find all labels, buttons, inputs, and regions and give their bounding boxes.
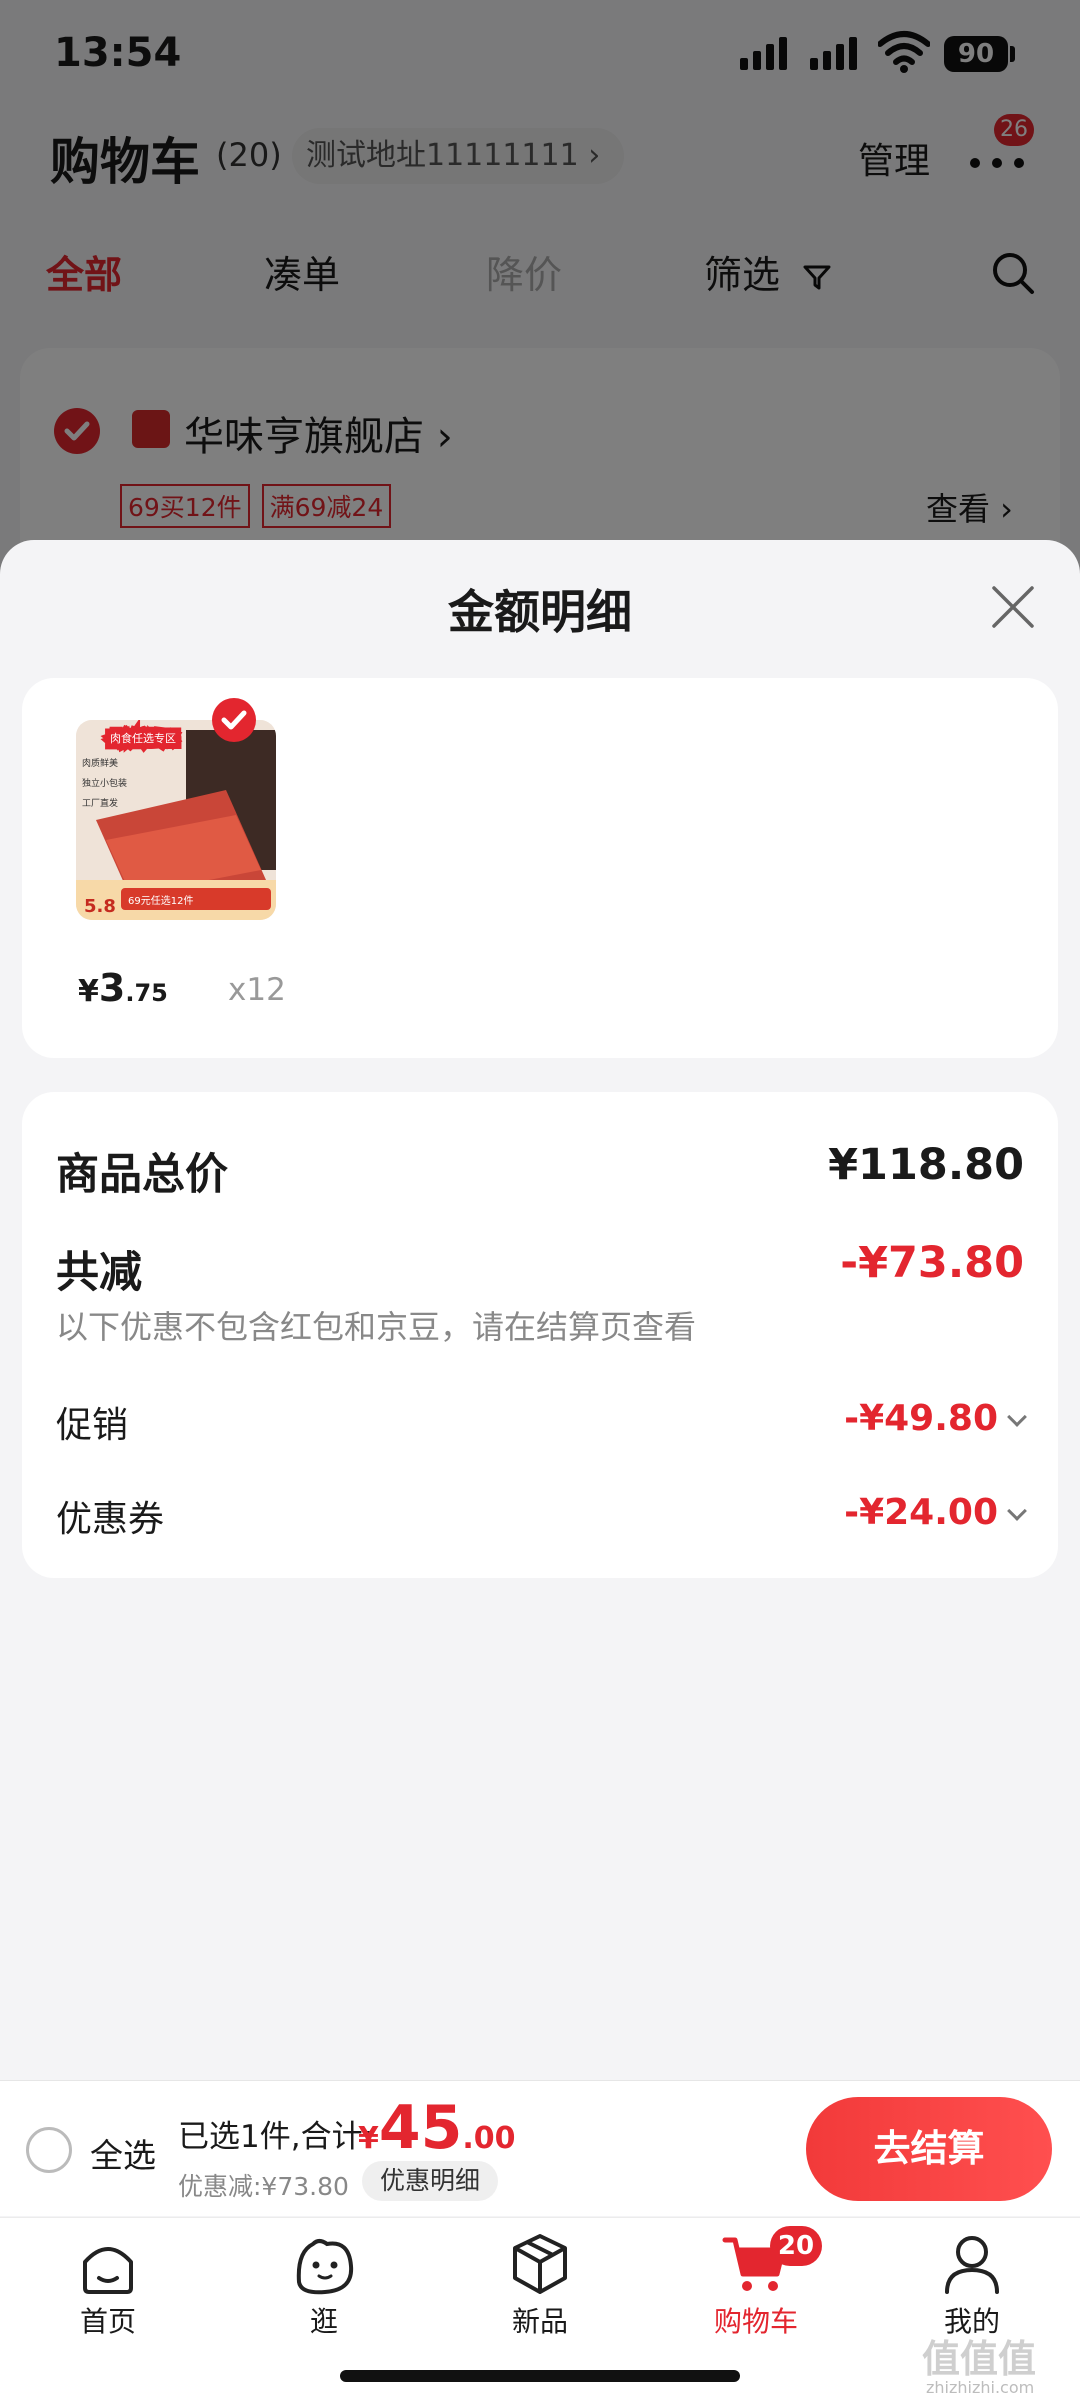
total-price-label: 商品总价 xyxy=(56,1150,228,1200)
total-integer: 45 xyxy=(378,2093,463,2163)
price-summary-card: 商品总价 ¥118.80 共减 -¥73.80 以下优惠不包含红包和京豆，请在结… xyxy=(22,1092,1058,1578)
jerky-product-image: 肉食任选专区 肉质鲜美 独立小包装 工厂直发 5.8 69元任选12件 xyxy=(76,720,276,920)
tabbar-new-label: 新品 xyxy=(511,2305,568,2338)
cart-badge: 20 xyxy=(770,2226,822,2266)
browse-icon xyxy=(296,2239,354,2295)
watermark-url: zhizhizhi.com xyxy=(926,2378,1035,2397)
thumb-line2: 独立小包装 xyxy=(82,777,127,789)
total-currency: ¥ xyxy=(358,2121,379,2156)
product-quantity: x12 xyxy=(228,972,286,1008)
checkout-button[interactable]: 去结算 xyxy=(806,2097,1052,2201)
tabbar-home-label: 首页 xyxy=(79,2305,136,2338)
discount-summary: 优惠减:¥73.80 xyxy=(178,2172,349,2201)
chevron-down-icon xyxy=(1007,1501,1027,1521)
selected-summary: 已选1件,合计: xyxy=(178,2119,374,2155)
checkout-bar: 全选 已选1件,合计: ¥45.00 优惠减:¥73.80 优惠明细 去结算 xyxy=(0,2080,1080,2216)
thumb-banner-text: 肉食任选专区 xyxy=(110,731,176,745)
total-amount: ¥45.00 xyxy=(358,2093,516,2163)
price-currency: ¥ xyxy=(78,974,99,1009)
sheet-title: 金额明细 xyxy=(448,585,632,639)
tabbar-new[interactable]: 新品 xyxy=(470,2232,610,2340)
tabbar-cart[interactable]: 购物车 20 xyxy=(686,2226,826,2340)
close-icon[interactable] xyxy=(990,584,1036,630)
tabbar-mine[interactable]: 我的 xyxy=(902,2232,1042,2340)
price-decimal: .75 xyxy=(125,979,168,1007)
total-decimal: .00 xyxy=(462,2121,516,2156)
discount-detail-button[interactable]: 优惠明细 xyxy=(362,2161,499,2201)
home-indicator[interactable] xyxy=(340,2370,740,2382)
tabbar-cart-label: 购物车 xyxy=(713,2305,798,2338)
coupon-row[interactable]: -¥24.00 xyxy=(844,1492,1027,1533)
unit-price: ¥3.75 xyxy=(78,966,168,1010)
product-card: 肉食任选专区 肉质鲜美 独立小包装 工厂直发 5.8 69元任选12件 ¥3.7… xyxy=(22,678,1058,1058)
box-icon xyxy=(513,2234,567,2294)
promotion-value: -¥49.80 xyxy=(844,1398,998,1439)
home-icon xyxy=(83,2247,133,2294)
promotion-row[interactable]: -¥49.80 xyxy=(844,1398,1027,1439)
chevron-down-icon xyxy=(1007,1407,1027,1427)
thumb-line3: 工厂直发 xyxy=(82,797,118,809)
select-all-label[interactable]: 全选 xyxy=(90,2129,156,2177)
price-integer: 3 xyxy=(98,966,126,1010)
promotion-label: 促销 xyxy=(56,1405,129,1446)
coupon-label: 优惠券 xyxy=(56,1499,165,1540)
total-price-value: ¥118.80 xyxy=(828,1140,1024,1190)
user-icon xyxy=(945,2236,999,2294)
check-icon xyxy=(221,710,247,730)
product-selected-check[interactable] xyxy=(212,698,256,742)
total-reduction-value: -¥73.80 xyxy=(840,1238,1024,1288)
thumb-price: 5.8 xyxy=(84,896,116,917)
tabbar-browse-label: 逛 xyxy=(309,2305,338,2338)
thumb-promo: 69元任选12件 xyxy=(128,894,193,907)
total-reduction-label: 共减 xyxy=(56,1248,142,1298)
watermark-text: 值值值 xyxy=(922,2337,1037,2381)
coupon-value: -¥24.00 xyxy=(844,1492,998,1533)
tabbar-browse[interactable]: 逛 xyxy=(254,2232,394,2340)
thumb-line1: 肉质鲜美 xyxy=(82,757,118,769)
tabbar-home[interactable]: 首页 xyxy=(38,2232,178,2340)
product-thumbnail[interactable]: 肉食任选专区 肉质鲜美 独立小包装 工厂直发 5.8 69元任选12件 xyxy=(76,720,276,920)
discount-note: 以下优惠不包含红包和京豆，请在结算页查看 xyxy=(56,1308,697,1346)
select-all-radio[interactable] xyxy=(26,2127,72,2173)
